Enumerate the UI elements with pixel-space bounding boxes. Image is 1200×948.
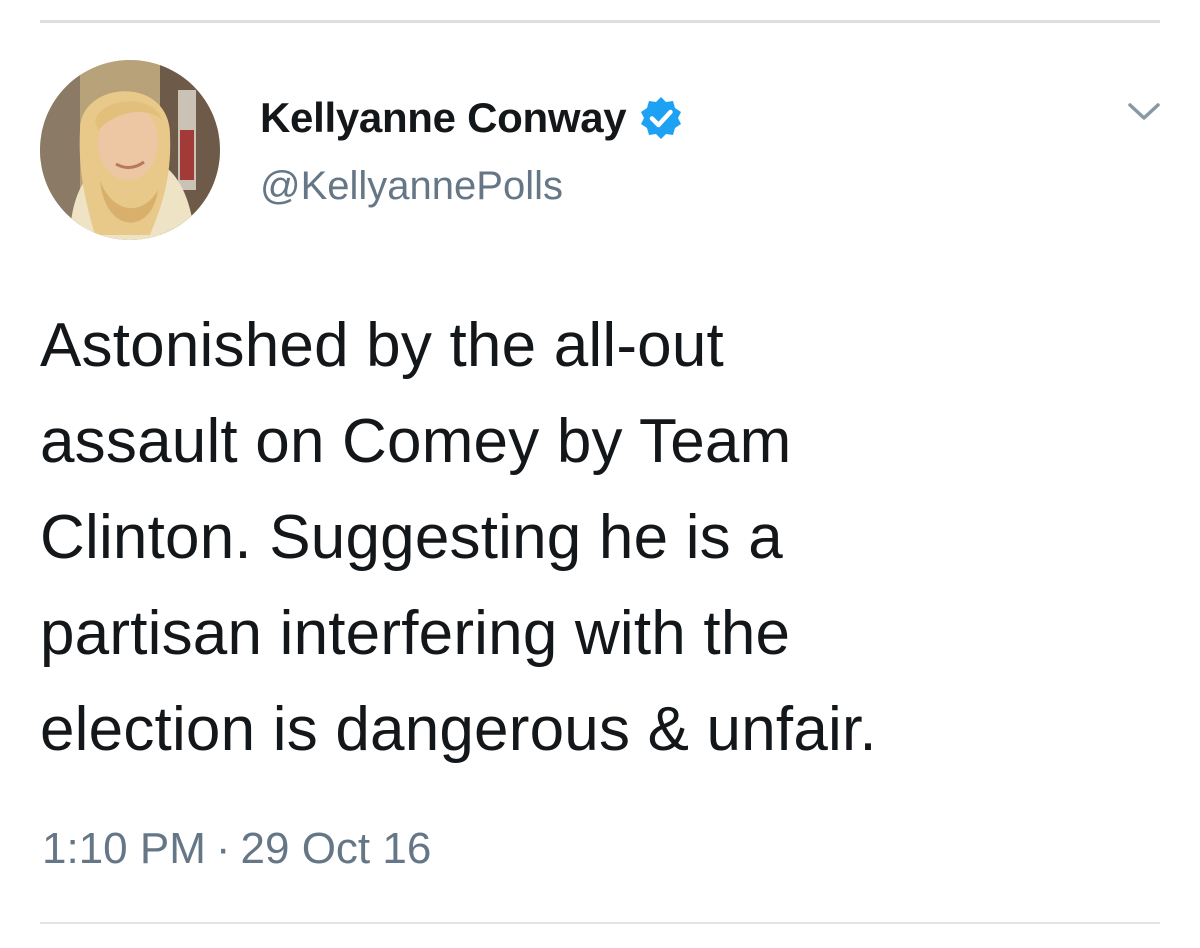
author-name-row[interactable]: Kellyanne Conway xyxy=(260,92,684,144)
timestamp-separator: · xyxy=(215,824,231,873)
tweet-time: 1:10 PM xyxy=(42,824,206,873)
tweet-text-line: partisan interfering with the xyxy=(40,599,791,668)
avatar-photo xyxy=(40,60,220,240)
tweet-text: Astonished by the all-out assault on Com… xyxy=(40,298,1160,778)
verified-badge-icon xyxy=(638,95,684,141)
top-divider xyxy=(40,20,1160,23)
tweet-timestamp[interactable]: 1:10 PM · 29 Oct 16 xyxy=(42,824,431,874)
tweet-text-line: assault on Comey by Team xyxy=(40,407,792,476)
tweet-date: 29 Oct 16 xyxy=(240,824,432,873)
tweet-text-line: Astonished by the all-out xyxy=(40,311,724,380)
tweet-text-line: election is dangerous & unfair. xyxy=(40,695,877,764)
avatar[interactable] xyxy=(40,60,220,240)
user-handle[interactable]: @KellyannePolls xyxy=(260,164,563,209)
chevron-down-icon[interactable] xyxy=(1124,96,1164,126)
bottom-divider xyxy=(40,922,1160,924)
display-name[interactable]: Kellyanne Conway xyxy=(260,94,627,142)
tweet-text-line: Clinton. Suggesting he is a xyxy=(40,503,783,572)
